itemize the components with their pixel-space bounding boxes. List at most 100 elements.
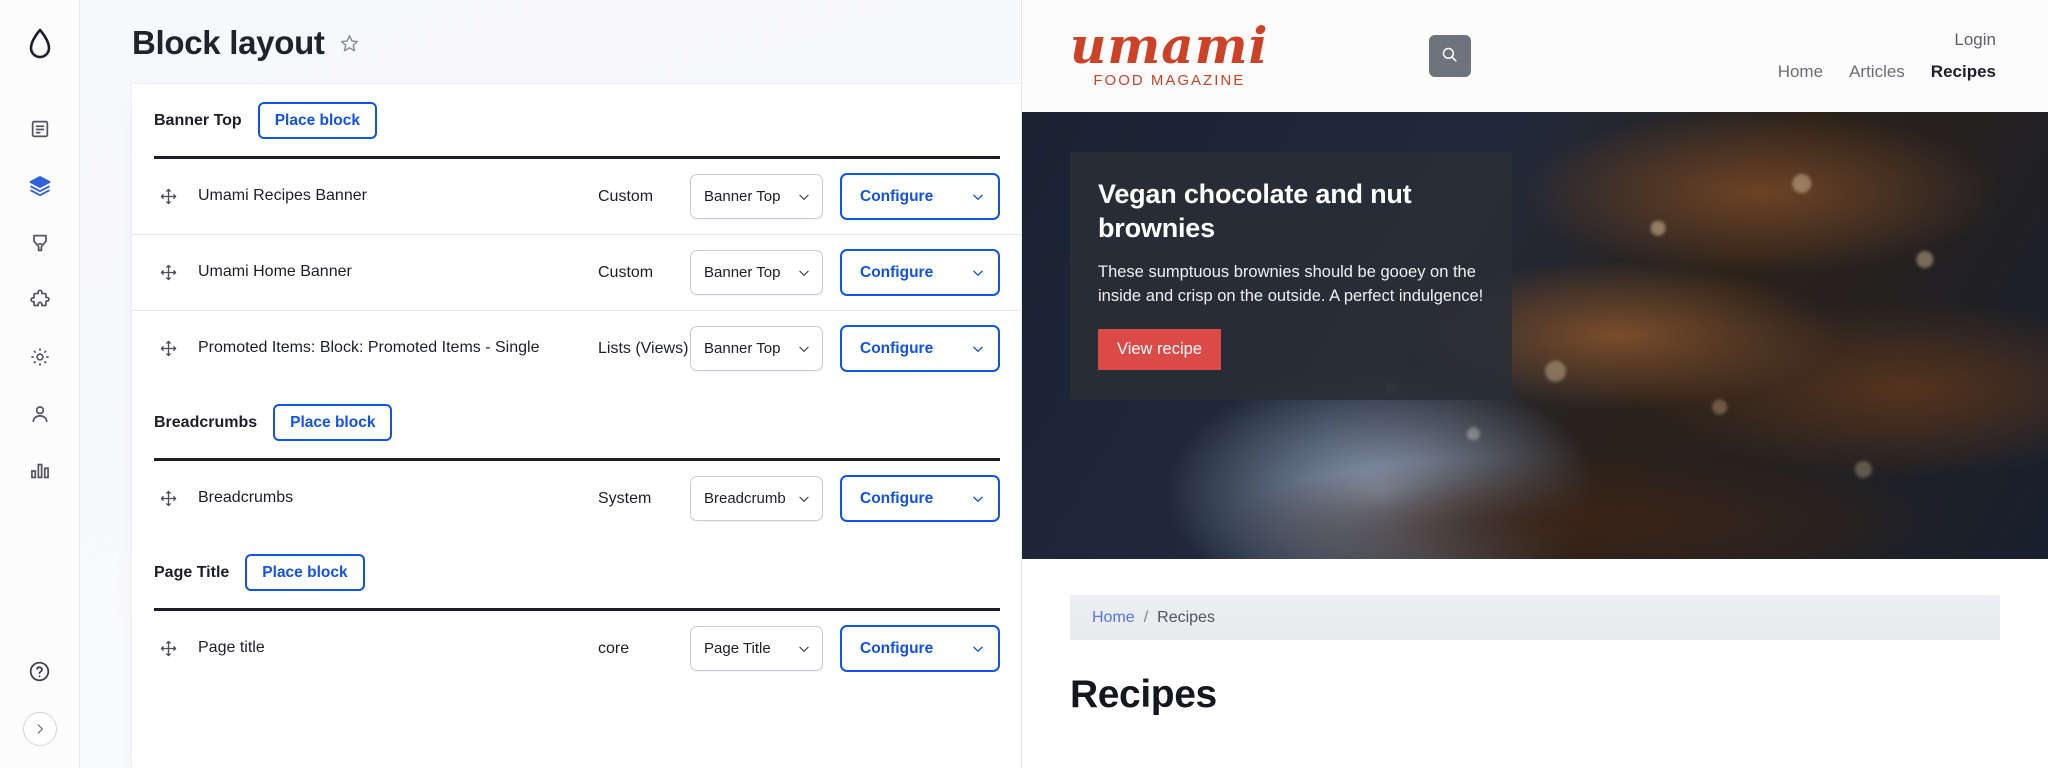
block-name: Umami Recipes Banner bbox=[198, 187, 367, 205]
table-row[interactable]: Page title core Page Title Configure bbox=[132, 611, 1022, 686]
panel-divider bbox=[1021, 0, 1022, 768]
admin-icon-rail bbox=[0, 0, 80, 768]
block-name: Breadcrumbs bbox=[198, 489, 294, 507]
site-logo[interactable]: umami FOOD MAGAZINE bbox=[1070, 16, 1269, 90]
block-name: Umami Home Banner bbox=[198, 263, 352, 281]
chevron-right-icon[interactable] bbox=[22, 712, 57, 746]
region-select[interactable]: Banner Top bbox=[690, 250, 823, 296]
configure-dropbutton[interactable]: Configure bbox=[840, 325, 1000, 373]
region-title: Banner Top bbox=[154, 111, 242, 129]
page-title: Block layout bbox=[132, 24, 325, 61]
chevron-down-icon bbox=[797, 266, 811, 280]
configure-dropbutton[interactable]: Configure bbox=[840, 625, 1000, 673]
sidebar-item-content[interactable] bbox=[17, 106, 63, 152]
nav-item-recipes[interactable]: Recipes bbox=[1931, 62, 1996, 82]
region-select[interactable]: Page Title bbox=[690, 626, 823, 672]
site-nav: Home Articles Recipes bbox=[1778, 62, 1996, 82]
chevron-down-icon bbox=[797, 190, 811, 204]
sidebar-item-appearance[interactable] bbox=[17, 220, 63, 266]
site-logo-name: umami bbox=[1070, 16, 1269, 75]
chevron-down-icon[interactable] bbox=[971, 266, 985, 280]
block-layout-panel: Block layout Banner Top Place block Umam… bbox=[80, 0, 1022, 768]
configure-dropbutton[interactable]: Configure bbox=[840, 173, 1000, 221]
chevron-down-icon[interactable] bbox=[971, 642, 985, 656]
nav-item-home[interactable]: Home bbox=[1778, 62, 1823, 82]
chevron-down-icon[interactable] bbox=[971, 342, 985, 356]
region-title: Breadcrumbs bbox=[154, 413, 258, 431]
region-section-breadcrumbs: Breadcrumbs Place block Breadcrumbs Syst… bbox=[132, 386, 1022, 536]
move-arrows-icon[interactable] bbox=[154, 264, 182, 281]
nav-item-articles[interactable]: Articles bbox=[1849, 62, 1905, 82]
chevron-down-icon bbox=[797, 642, 811, 656]
move-arrows-icon[interactable] bbox=[154, 340, 182, 357]
hero-title: Vegan chocolate and nut brownies bbox=[1098, 179, 1412, 243]
region-select[interactable]: Banner Top bbox=[690, 174, 823, 220]
site-logo-tagline: FOOD MAGAZINE bbox=[1093, 72, 1246, 89]
login-link[interactable]: Login bbox=[1954, 30, 1996, 50]
region-title: Page Title bbox=[154, 563, 230, 581]
block-name: Promoted Items: Block: Promoted Items - … bbox=[198, 339, 540, 357]
block-name: Page title bbox=[198, 639, 265, 657]
region-section-page-title: Page Title Place block Page title core P… bbox=[132, 536, 1022, 686]
hero-description: These sumptuous brownies should be gooey… bbox=[1098, 262, 1484, 306]
region-select[interactable]: Breadcrumb bbox=[690, 476, 823, 522]
breadcrumb: Home / Recipes bbox=[1070, 595, 2000, 640]
region-select-value: Banner Top bbox=[704, 264, 781, 282]
chevron-down-icon bbox=[797, 492, 811, 506]
region-header: Banner Top Place block bbox=[132, 84, 1022, 140]
site-preview: umami FOOD MAGAZINE Login Home Articles … bbox=[1022, 0, 2048, 768]
site-header: umami FOOD MAGAZINE Login Home Articles … bbox=[1022, 0, 2048, 112]
region-select-value: Banner Top bbox=[704, 340, 781, 358]
sidebar-item-reports[interactable] bbox=[17, 448, 63, 494]
header-right: Login Home Articles Recipes bbox=[1778, 30, 1996, 82]
chevron-down-icon[interactable] bbox=[971, 190, 985, 204]
breadcrumb-current: Recipes bbox=[1157, 608, 1215, 626]
region-select-value: Banner Top bbox=[704, 188, 781, 206]
region-header: Page Title Place block bbox=[132, 536, 1022, 592]
magnifier-search-icon bbox=[1440, 45, 1459, 67]
block-category: core bbox=[598, 639, 630, 657]
question-circle-icon[interactable] bbox=[17, 648, 63, 694]
drupal-drop-icon[interactable] bbox=[18, 22, 62, 66]
app-root: Block layout Banner Top Place block Umam… bbox=[0, 0, 2048, 768]
region-header: Breadcrumbs Place block bbox=[132, 386, 1022, 442]
chevron-down-icon[interactable] bbox=[971, 492, 985, 506]
sidebar-item-structure[interactable] bbox=[17, 163, 63, 209]
hero-banner: Vegan chocolate and nut brownies These s… bbox=[1022, 112, 2048, 559]
block-category: Custom bbox=[598, 263, 654, 281]
configure-label: Configure bbox=[860, 339, 934, 357]
search-button[interactable] bbox=[1428, 35, 1471, 77]
block-category: Custom bbox=[598, 187, 654, 205]
sidebar-item-people[interactable] bbox=[17, 391, 63, 437]
place-block-button[interactable]: Place block bbox=[245, 554, 365, 592]
breadcrumb-home-link[interactable]: Home bbox=[1092, 609, 1135, 627]
move-arrows-icon[interactable] bbox=[154, 640, 182, 657]
table-row[interactable]: Breadcrumbs System Breadcrumb Configure bbox=[132, 461, 1022, 536]
block-category: Lists (Views) bbox=[598, 339, 689, 357]
chevron-down-icon bbox=[797, 342, 811, 356]
view-recipe-button[interactable]: View recipe bbox=[1098, 329, 1221, 370]
place-block-button[interactable]: Place block bbox=[257, 102, 377, 140]
page-header: Block layout bbox=[80, 0, 1022, 72]
table-row[interactable]: Promoted Items: Block: Promoted Items - … bbox=[132, 311, 1022, 386]
star-outline-icon[interactable] bbox=[339, 33, 360, 54]
configure-dropbutton[interactable]: Configure bbox=[840, 249, 1000, 297]
configure-label: Configure bbox=[860, 639, 934, 657]
sidebar-item-configuration[interactable] bbox=[17, 334, 63, 380]
region-select-value: Page Title bbox=[704, 640, 771, 658]
table-row[interactable]: Umami Home Banner Custom Banner Top Conf… bbox=[132, 235, 1022, 312]
site-page-title: Recipes bbox=[1070, 673, 1217, 716]
place-block-button[interactable]: Place block bbox=[273, 404, 393, 442]
region-select[interactable]: Banner Top bbox=[690, 326, 823, 372]
breadcrumb-separator: / bbox=[1143, 608, 1149, 626]
configure-label: Configure bbox=[860, 187, 934, 205]
configure-label: Configure bbox=[860, 263, 934, 281]
hero-card: Vegan chocolate and nut brownies These s… bbox=[1070, 152, 1512, 400]
move-arrows-icon[interactable] bbox=[154, 490, 182, 507]
region-section-banner-top: Banner Top Place block Umami Recipes Ban… bbox=[132, 84, 1022, 386]
table-row[interactable]: Umami Recipes Banner Custom Banner Top C… bbox=[132, 159, 1022, 236]
configure-dropbutton[interactable]: Configure bbox=[840, 475, 1000, 523]
move-arrows-icon[interactable] bbox=[154, 188, 182, 205]
sidebar-item-extend[interactable] bbox=[17, 277, 63, 323]
block-regions-card: Banner Top Place block Umami Recipes Ban… bbox=[132, 84, 1022, 768]
